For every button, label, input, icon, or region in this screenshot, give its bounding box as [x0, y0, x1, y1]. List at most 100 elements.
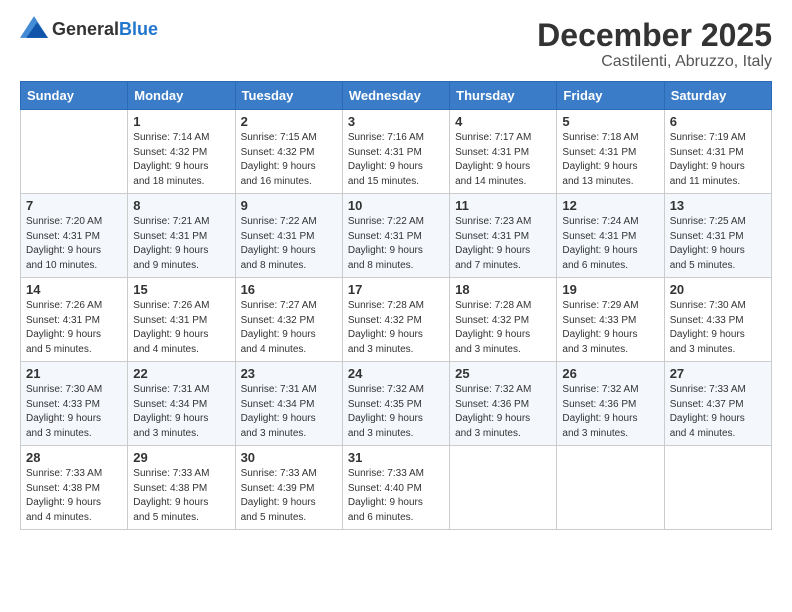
day-info: Sunrise: 7:23 AM Sunset: 4:31 PM Dayligh… — [455, 215, 551, 273]
day-number: 17 — [348, 282, 444, 297]
calendar-cell: 13 Sunrise: 7:25 AM Sunset: 4:31 PM Dayli… — [664, 194, 771, 278]
logo: GeneralBlue — [20, 18, 158, 40]
day-number: 11 — [455, 198, 551, 213]
day-info: Sunrise: 7:26 AM Sunset: 4:31 PM Dayligh… — [26, 299, 122, 357]
day-info: Sunrise: 7:28 AM Sunset: 4:32 PM Dayligh… — [455, 299, 551, 357]
calendar-cell: 2 Sunrise: 7:15 AM Sunset: 4:32 PM Daylig… — [235, 110, 342, 194]
calendar-cell: 5 Sunrise: 7:18 AM Sunset: 4:31 PM Daylig… — [557, 110, 664, 194]
day-info: Sunrise: 7:33 AM Sunset: 4:37 PM Dayligh… — [670, 383, 766, 441]
calendar-cell: 7 Sunrise: 7:20 AM Sunset: 4:31 PM Daylig… — [21, 194, 128, 278]
day-info: Sunrise: 7:27 AM Sunset: 4:32 PM Dayligh… — [241, 299, 337, 357]
calendar-cell: 3 Sunrise: 7:16 AM Sunset: 4:31 PM Daylig… — [342, 110, 449, 194]
day-number: 10 — [348, 198, 444, 213]
calendar-cell: 21 Sunrise: 7:30 AM Sunset: 4:33 PM Dayli… — [21, 362, 128, 446]
day-info: Sunrise: 7:24 AM Sunset: 4:31 PM Dayligh… — [562, 215, 658, 273]
calendar-cell: 12 Sunrise: 7:24 AM Sunset: 4:31 PM Dayli… — [557, 194, 664, 278]
day-info: Sunrise: 7:20 AM Sunset: 4:31 PM Dayligh… — [26, 215, 122, 273]
day-info: Sunrise: 7:29 AM Sunset: 4:33 PM Dayligh… — [562, 299, 658, 357]
day-info: Sunrise: 7:21 AM Sunset: 4:31 PM Dayligh… — [133, 215, 229, 273]
day-info: Sunrise: 7:30 AM Sunset: 4:33 PM Dayligh… — [26, 383, 122, 441]
calendar-cell: 6 Sunrise: 7:19 AM Sunset: 4:31 PM Daylig… — [664, 110, 771, 194]
day-info: Sunrise: 7:16 AM Sunset: 4:31 PM Dayligh… — [348, 131, 444, 189]
day-number: 26 — [562, 366, 658, 381]
day-number: 16 — [241, 282, 337, 297]
day-info: Sunrise: 7:32 AM Sunset: 4:36 PM Dayligh… — [562, 383, 658, 441]
calendar-week-row: 14 Sunrise: 7:26 AM Sunset: 4:31 PM Dayli… — [21, 278, 772, 362]
day-number: 31 — [348, 450, 444, 465]
calendar-week-row: 7 Sunrise: 7:20 AM Sunset: 4:31 PM Daylig… — [21, 194, 772, 278]
day-info: Sunrise: 7:19 AM Sunset: 4:31 PM Dayligh… — [670, 131, 766, 189]
header: GeneralBlue December 2025 Castilenti, Ab… — [20, 18, 772, 71]
day-number: 25 — [455, 366, 551, 381]
calendar-container: GeneralBlue December 2025 Castilenti, Ab… — [0, 0, 792, 540]
calendar-cell — [21, 110, 128, 194]
day-number: 5 — [562, 114, 658, 129]
calendar-cell: 4 Sunrise: 7:17 AM Sunset: 4:31 PM Daylig… — [450, 110, 557, 194]
day-number: 13 — [670, 198, 766, 213]
day-info: Sunrise: 7:25 AM Sunset: 4:31 PM Dayligh… — [670, 215, 766, 273]
calendar-cell — [664, 446, 771, 530]
weekday-header: Sunday — [21, 82, 128, 110]
logo-blue: Blue — [119, 19, 158, 39]
day-number: 30 — [241, 450, 337, 465]
day-info: Sunrise: 7:33 AM Sunset: 4:39 PM Dayligh… — [241, 467, 337, 525]
day-number: 1 — [133, 114, 229, 129]
day-info: Sunrise: 7:33 AM Sunset: 4:38 PM Dayligh… — [26, 467, 122, 525]
day-number: 4 — [455, 114, 551, 129]
calendar-cell: 10 Sunrise: 7:22 AM Sunset: 4:31 PM Dayli… — [342, 194, 449, 278]
day-info: Sunrise: 7:15 AM Sunset: 4:32 PM Dayligh… — [241, 131, 337, 189]
day-number: 15 — [133, 282, 229, 297]
location-title: Castilenti, Abruzzo, Italy — [537, 53, 772, 71]
day-info: Sunrise: 7:17 AM Sunset: 4:31 PM Dayligh… — [455, 131, 551, 189]
logo-icon — [20, 16, 48, 38]
calendar-cell: 14 Sunrise: 7:26 AM Sunset: 4:31 PM Dayli… — [21, 278, 128, 362]
weekday-header: Tuesday — [235, 82, 342, 110]
logo-text: GeneralBlue — [52, 19, 158, 40]
calendar-cell: 15 Sunrise: 7:26 AM Sunset: 4:31 PM Dayli… — [128, 278, 235, 362]
calendar-cell: 1Sunrise: 7:14 AM Sunset: 4:32 PM Daylig… — [128, 110, 235, 194]
day-number: 24 — [348, 366, 444, 381]
day-number: 7 — [26, 198, 122, 213]
day-number: 3 — [348, 114, 444, 129]
day-number: 23 — [241, 366, 337, 381]
day-number: 12 — [562, 198, 658, 213]
calendar-cell: 8 Sunrise: 7:21 AM Sunset: 4:31 PM Daylig… — [128, 194, 235, 278]
calendar-cell: 19Sunrise: 7:29 AM Sunset: 4:33 PM Dayli… — [557, 278, 664, 362]
day-info: Sunrise: 7:33 AM Sunset: 4:38 PM Dayligh… — [133, 467, 229, 525]
calendar-cell: 20Sunrise: 7:30 AM Sunset: 4:33 PM Dayli… — [664, 278, 771, 362]
calendar-cell: 11 Sunrise: 7:23 AM Sunset: 4:31 PM Dayli… — [450, 194, 557, 278]
calendar-cell: 25 Sunrise: 7:32 AM Sunset: 4:36 PM Dayli… — [450, 362, 557, 446]
month-title: December 2025 — [537, 18, 772, 53]
day-info: Sunrise: 7:18 AM Sunset: 4:31 PM Dayligh… — [562, 131, 658, 189]
calendar-week-row: 21 Sunrise: 7:30 AM Sunset: 4:33 PM Dayli… — [21, 362, 772, 446]
weekday-header: Saturday — [664, 82, 771, 110]
day-number: 22 — [133, 366, 229, 381]
day-number: 18 — [455, 282, 551, 297]
weekday-header: Friday — [557, 82, 664, 110]
day-info: Sunrise: 7:31 AM Sunset: 4:34 PM Dayligh… — [133, 383, 229, 441]
calendar-cell: 27Sunrise: 7:33 AM Sunset: 4:37 PM Dayli… — [664, 362, 771, 446]
day-number: 20 — [670, 282, 766, 297]
day-number: 6 — [670, 114, 766, 129]
day-number: 28 — [26, 450, 122, 465]
day-number: 2 — [241, 114, 337, 129]
day-info: Sunrise: 7:32 AM Sunset: 4:36 PM Dayligh… — [455, 383, 551, 441]
day-number: 8 — [133, 198, 229, 213]
calendar-cell: 24 Sunrise: 7:32 AM Sunset: 4:35 PM Dayli… — [342, 362, 449, 446]
day-info: Sunrise: 7:32 AM Sunset: 4:35 PM Dayligh… — [348, 383, 444, 441]
calendar-table: SundayMondayTuesdayWednesdayThursdayFrid… — [20, 81, 772, 530]
calendar-week-row: 28 Sunrise: 7:33 AM Sunset: 4:38 PM Dayli… — [21, 446, 772, 530]
day-number: 14 — [26, 282, 122, 297]
weekday-header: Thursday — [450, 82, 557, 110]
day-number: 21 — [26, 366, 122, 381]
calendar-cell: 23 Sunrise: 7:31 AM Sunset: 4:34 PM Dayli… — [235, 362, 342, 446]
day-info: Sunrise: 7:28 AM Sunset: 4:32 PM Dayligh… — [348, 299, 444, 357]
day-info: Sunrise: 7:31 AM Sunset: 4:34 PM Dayligh… — [241, 383, 337, 441]
day-number: 9 — [241, 198, 337, 213]
calendar-cell: 22 Sunrise: 7:31 AM Sunset: 4:34 PM Dayli… — [128, 362, 235, 446]
calendar-cell — [557, 446, 664, 530]
calendar-cell: 28 Sunrise: 7:33 AM Sunset: 4:38 PM Dayli… — [21, 446, 128, 530]
day-info: Sunrise: 7:26 AM Sunset: 4:31 PM Dayligh… — [133, 299, 229, 357]
title-block: December 2025 Castilenti, Abruzzo, Italy — [537, 18, 772, 71]
day-info: Sunrise: 7:22 AM Sunset: 4:31 PM Dayligh… — [348, 215, 444, 273]
